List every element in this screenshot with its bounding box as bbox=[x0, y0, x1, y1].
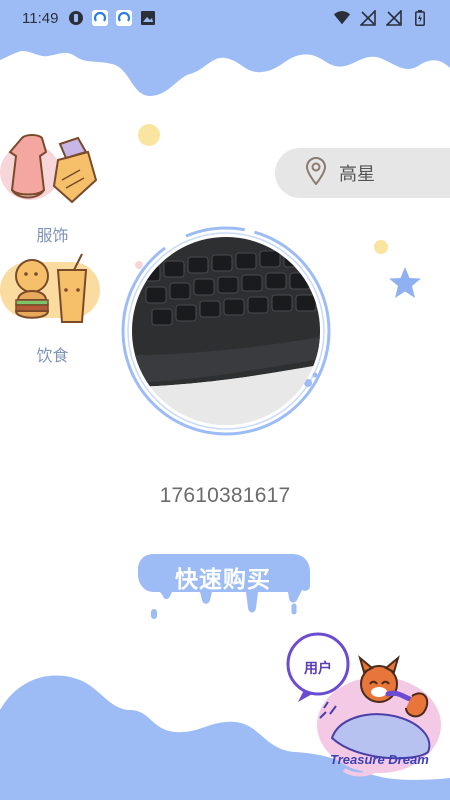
brand-text: Treasure Dream bbox=[330, 752, 429, 767]
clothing-icon bbox=[0, 130, 105, 216]
app-icon bbox=[68, 10, 84, 26]
quick-buy-label: 快速购买 bbox=[175, 567, 271, 593]
location-pin-icon bbox=[305, 157, 327, 189]
status-bar: 11:49 bbox=[0, 0, 450, 36]
sync-icon bbox=[116, 10, 133, 26]
user-badge[interactable]: 用户 Treasure Dream bbox=[284, 630, 444, 780]
decor-dot bbox=[374, 240, 388, 254]
avatar[interactable] bbox=[115, 225, 337, 447]
quick-buy-button[interactable]: 快速购买 bbox=[138, 552, 313, 622]
category-clothing[interactable]: 服饰 bbox=[0, 130, 105, 246]
sync-icon bbox=[92, 10, 109, 26]
status-time: 11:49 bbox=[22, 9, 59, 27]
decor-dot bbox=[138, 124, 160, 146]
user-label: 用户 bbox=[304, 661, 332, 677]
star-icon bbox=[389, 267, 421, 298]
image-icon bbox=[140, 10, 156, 26]
wifi-icon bbox=[334, 10, 350, 26]
location-chip[interactable]: 高星 bbox=[275, 148, 450, 198]
category-label: 饮食 bbox=[36, 346, 69, 365]
phone-number: 17610381617 bbox=[159, 484, 291, 507]
category-label: 服饰 bbox=[36, 226, 69, 245]
location-text: 高星 bbox=[339, 164, 375, 185]
no-signal-icon bbox=[360, 10, 376, 26]
battery-icon bbox=[412, 10, 428, 26]
no-signal-icon bbox=[386, 10, 402, 26]
category-food[interactable]: 饮食 bbox=[0, 250, 105, 366]
food-icon bbox=[0, 250, 105, 336]
avatar-photo bbox=[132, 237, 320, 425]
